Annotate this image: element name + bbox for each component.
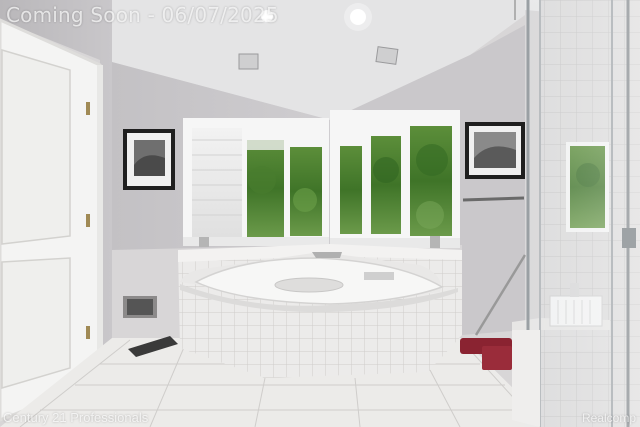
- towel-bar: [462, 196, 525, 202]
- window-trees: [371, 136, 401, 234]
- shower-glass: [525, 0, 640, 427]
- tub-faucet: [312, 252, 342, 258]
- listing-watermark: Coming Soon - 06/07/2025: [6, 3, 279, 27]
- jets-icon: [364, 272, 394, 280]
- faucet-handle: [430, 236, 440, 248]
- ceiling-vent: [375, 46, 399, 65]
- hinge-icon: [86, 214, 90, 227]
- mls-watermark: Realcomp: [581, 411, 636, 425]
- door-panel: [1, 48, 71, 245]
- bathroom-photo: Coming Soon - 06/07/2025 Century 21 Prof…: [0, 0, 640, 427]
- door-panel: [1, 257, 71, 390]
- brokerage-watermark: Century 21 Professionals: [3, 410, 149, 425]
- window-trees: [340, 146, 362, 234]
- hinge-icon: [86, 102, 90, 115]
- hinge-icon: [86, 326, 90, 339]
- bathroom-scene: [0, 0, 640, 427]
- shower-door-handle: [622, 228, 636, 248]
- faucet-handle: [199, 237, 209, 247]
- ceiling-vent: [238, 53, 259, 70]
- window-blind: [192, 128, 242, 237]
